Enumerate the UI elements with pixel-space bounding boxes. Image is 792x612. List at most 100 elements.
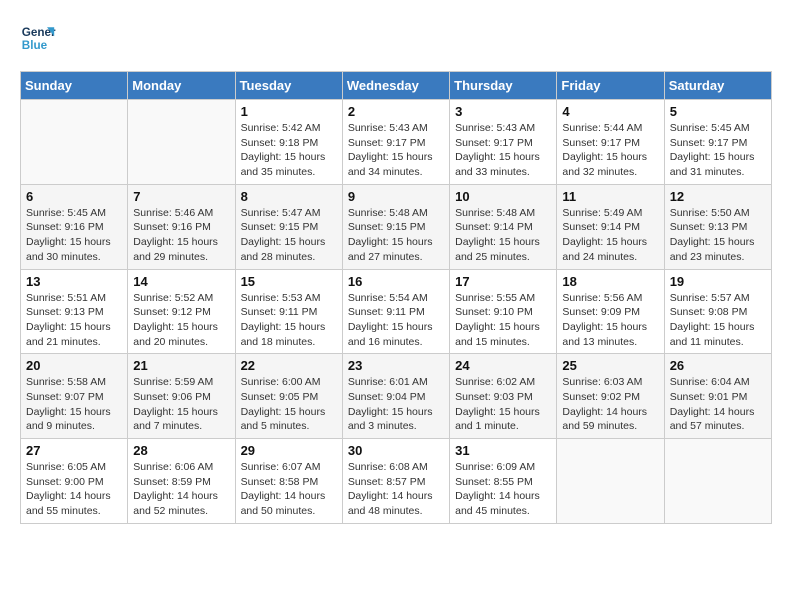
day-info: Sunrise: 5:58 AM Sunset: 9:07 PM Dayligh… (26, 375, 122, 434)
calendar-cell: 27Sunrise: 6:05 AM Sunset: 9:00 PM Dayli… (21, 439, 128, 524)
calendar-cell: 11 Sunrise: 5:49 AM Sunset: 9:14 PM Dayli… (557, 184, 664, 269)
day-number: 17 (455, 274, 551, 289)
logo-icon: General Blue (20, 20, 56, 56)
calendar-cell: 24 Sunrise: 6:02 AM Sunset: 9:03 PM Dayli… (450, 354, 557, 439)
calendar-cell: 23Sunrise: 6:01 AM Sunset: 9:04 PM Dayli… (342, 354, 449, 439)
day-number: 14 (133, 274, 229, 289)
day-info: Sunrise: 5:50 AM Sunset: 9:13 PM Dayligh… (670, 206, 766, 265)
day-info: Sunrise: 5:56 AM Sunset: 9:09 PM Dayligh… (562, 291, 658, 350)
calendar-week-5: 27Sunrise: 6:05 AM Sunset: 9:00 PM Dayli… (21, 439, 772, 524)
day-info: Sunrise: 5:45 AM Sunset: 9:16 PM Dayligh… (26, 206, 122, 265)
calendar-cell: 13 Sunrise: 5:51 AM Sunset: 9:13 PM Dayli… (21, 269, 128, 354)
day-number: 25 (562, 358, 658, 373)
day-number: 28 (133, 443, 229, 458)
calendar-cell: 7 Sunrise: 5:46 AM Sunset: 9:16 PM Daylig… (128, 184, 235, 269)
day-number: 7 (133, 189, 229, 204)
day-number: 5 (670, 104, 766, 119)
day-info: Sunrise: 5:51 AM Sunset: 9:13 PM Dayligh… (26, 291, 122, 350)
day-number: 26 (670, 358, 766, 373)
calendar-cell (21, 100, 128, 185)
day-info: Sunrise: 5:45 AM Sunset: 9:17 PM Dayligh… (670, 121, 766, 180)
day-number: 22 (241, 358, 337, 373)
calendar-cell: 10 Sunrise: 5:48 AM Sunset: 9:14 PM Dayli… (450, 184, 557, 269)
calendar-week-1: 1 Sunrise: 5:42 AM Sunset: 9:18 PM Daylig… (21, 100, 772, 185)
calendar-cell: 20 Sunrise: 5:58 AM Sunset: 9:07 PM Dayli… (21, 354, 128, 439)
day-info: Sunrise: 6:00 AM Sunset: 9:05 PM Dayligh… (241, 375, 337, 434)
day-info: Sunrise: 5:44 AM Sunset: 9:17 PM Dayligh… (562, 121, 658, 180)
calendar-cell: 12 Sunrise: 5:50 AM Sunset: 9:13 PM Dayli… (664, 184, 771, 269)
day-info: Sunrise: 6:09 AM Sunset: 8:55 PM Dayligh… (455, 460, 551, 519)
day-number: 3 (455, 104, 551, 119)
day-number: 4 (562, 104, 658, 119)
calendar-cell: 2Sunrise: 5:43 AM Sunset: 9:17 PM Daylig… (342, 100, 449, 185)
calendar-cell: 26 Sunrise: 6:04 AM Sunset: 9:01 PM Dayli… (664, 354, 771, 439)
day-info: Sunrise: 5:53 AM Sunset: 9:11 PM Dayligh… (241, 291, 337, 350)
calendar-cell: 16 Sunrise: 5:54 AM Sunset: 9:11 PM Dayli… (342, 269, 449, 354)
day-info: Sunrise: 6:06 AM Sunset: 8:59 PM Dayligh… (133, 460, 229, 519)
calendar-cell: 31Sunrise: 6:09 AM Sunset: 8:55 PM Dayli… (450, 439, 557, 524)
weekday-header-wednesday: Wednesday (342, 72, 449, 100)
day-info: Sunrise: 5:55 AM Sunset: 9:10 PM Dayligh… (455, 291, 551, 350)
calendar-cell: 28 Sunrise: 6:06 AM Sunset: 8:59 PM Dayli… (128, 439, 235, 524)
logo: General Blue (20, 20, 60, 56)
day-number: 21 (133, 358, 229, 373)
day-number: 29 (241, 443, 337, 458)
day-number: 10 (455, 189, 551, 204)
day-info: Sunrise: 5:46 AM Sunset: 9:16 PM Dayligh… (133, 206, 229, 265)
weekday-header-sunday: Sunday (21, 72, 128, 100)
day-info: Sunrise: 5:48 AM Sunset: 9:15 PM Dayligh… (348, 206, 444, 265)
day-info: Sunrise: 5:52 AM Sunset: 9:12 PM Dayligh… (133, 291, 229, 350)
weekday-header-tuesday: Tuesday (235, 72, 342, 100)
svg-text:Blue: Blue (22, 39, 48, 52)
day-info: Sunrise: 5:47 AM Sunset: 9:15 PM Dayligh… (241, 206, 337, 265)
calendar-week-4: 20 Sunrise: 5:58 AM Sunset: 9:07 PM Dayli… (21, 354, 772, 439)
day-number: 8 (241, 189, 337, 204)
day-info: Sunrise: 5:49 AM Sunset: 9:14 PM Dayligh… (562, 206, 658, 265)
weekday-header-monday: Monday (128, 72, 235, 100)
day-info: Sunrise: 5:54 AM Sunset: 9:11 PM Dayligh… (348, 291, 444, 350)
day-info: Sunrise: 5:57 AM Sunset: 9:08 PM Dayligh… (670, 291, 766, 350)
day-info: Sunrise: 6:05 AM Sunset: 9:00 PM Dayligh… (26, 460, 122, 519)
day-number: 1 (241, 104, 337, 119)
day-number: 24 (455, 358, 551, 373)
calendar-cell: 8 Sunrise: 5:47 AM Sunset: 9:15 PM Daylig… (235, 184, 342, 269)
calendar-cell: 4 Sunrise: 5:44 AM Sunset: 9:17 PM Daylig… (557, 100, 664, 185)
calendar-week-2: 6 Sunrise: 5:45 AM Sunset: 9:16 PM Daylig… (21, 184, 772, 269)
day-info: Sunrise: 6:04 AM Sunset: 9:01 PM Dayligh… (670, 375, 766, 434)
calendar-cell (664, 439, 771, 524)
day-number: 9 (348, 189, 444, 204)
calendar-cell: 17 Sunrise: 5:55 AM Sunset: 9:10 PM Dayli… (450, 269, 557, 354)
calendar-cell: 9 Sunrise: 5:48 AM Sunset: 9:15 PM Daylig… (342, 184, 449, 269)
calendar-cell: 19Sunrise: 5:57 AM Sunset: 9:08 PM Dayli… (664, 269, 771, 354)
calendar-cell (557, 439, 664, 524)
day-info: Sunrise: 6:08 AM Sunset: 8:57 PM Dayligh… (348, 460, 444, 519)
day-number: 16 (348, 274, 444, 289)
day-number: 30 (348, 443, 444, 458)
calendar-cell: 14 Sunrise: 5:52 AM Sunset: 9:12 PM Dayli… (128, 269, 235, 354)
day-info: Sunrise: 6:01 AM Sunset: 9:04 PM Dayligh… (348, 375, 444, 434)
day-number: 6 (26, 189, 122, 204)
day-info: Sunrise: 5:48 AM Sunset: 9:14 PM Dayligh… (455, 206, 551, 265)
day-number: 11 (562, 189, 658, 204)
day-info: Sunrise: 6:02 AM Sunset: 9:03 PM Dayligh… (455, 375, 551, 434)
day-info: Sunrise: 5:59 AM Sunset: 9:06 PM Dayligh… (133, 375, 229, 434)
calendar-cell: 25 Sunrise: 6:03 AM Sunset: 9:02 PM Dayli… (557, 354, 664, 439)
calendar-cell: 18 Sunrise: 5:56 AM Sunset: 9:09 PM Dayli… (557, 269, 664, 354)
calendar-cell: 1 Sunrise: 5:42 AM Sunset: 9:18 PM Daylig… (235, 100, 342, 185)
page-header: General Blue (20, 20, 772, 56)
calendar-cell: 29 Sunrise: 6:07 AM Sunset: 8:58 PM Dayli… (235, 439, 342, 524)
calendar-cell (128, 100, 235, 185)
calendar-week-3: 13 Sunrise: 5:51 AM Sunset: 9:13 PM Dayli… (21, 269, 772, 354)
day-number: 20 (26, 358, 122, 373)
day-info: Sunrise: 5:43 AM Sunset: 9:17 PM Dayligh… (455, 121, 551, 180)
day-number: 2 (348, 104, 444, 119)
day-info: Sunrise: 6:07 AM Sunset: 8:58 PM Dayligh… (241, 460, 337, 519)
day-number: 12 (670, 189, 766, 204)
day-number: 18 (562, 274, 658, 289)
calendar-table: SundayMondayTuesdayWednesdayThursdayFrid… (20, 71, 772, 524)
weekday-header-row: SundayMondayTuesdayWednesdayThursdayFrid… (21, 72, 772, 100)
day-info: Sunrise: 6:03 AM Sunset: 9:02 PM Dayligh… (562, 375, 658, 434)
weekday-header-thursday: Thursday (450, 72, 557, 100)
day-info: Sunrise: 5:42 AM Sunset: 9:18 PM Dayligh… (241, 121, 337, 180)
day-number: 13 (26, 274, 122, 289)
